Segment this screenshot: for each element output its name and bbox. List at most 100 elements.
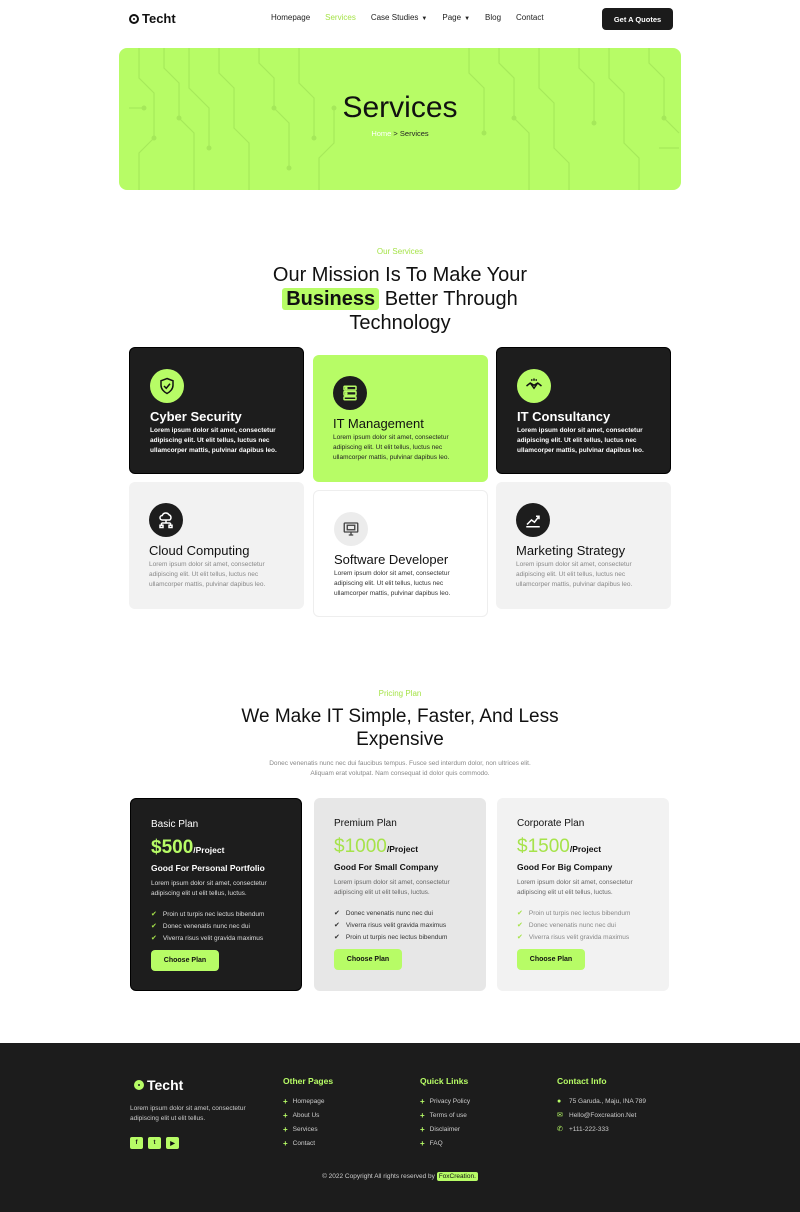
contact-email[interactable]: ✉ Hello@Foxcreation.Net — [557, 1109, 646, 1123]
plus-icon: + — [420, 1125, 425, 1134]
phone-icon: ✆ — [557, 1126, 563, 1133]
breadcrumb-home-link[interactable]: Home — [371, 129, 391, 138]
footer-link-label: About Us — [292, 1112, 320, 1119]
plan-price-unit: /Project — [386, 844, 419, 854]
plan-feature-text: Viverra risus velit gravida maximus — [528, 934, 630, 941]
plan-feature: ✔ Viverra risus velit gravida maximus — [334, 920, 466, 932]
plan-price-unit: /Project — [569, 844, 602, 854]
breadcrumb-separator: > — [391, 129, 400, 138]
plan-price-amount: $1000 — [334, 836, 387, 857]
services-title-line3: Technology — [349, 312, 451, 334]
contact-phone-text: +111-222-333 — [569, 1126, 609, 1133]
plan-name: Basic Plan — [151, 819, 199, 830]
service-card-it-consultancy[interactable]: IT Consultancy Lorem ipsum dolor sit ame… — [496, 347, 671, 474]
footer-link-label: Contact — [292, 1140, 316, 1147]
footer-link[interactable]: + Services — [283, 1123, 333, 1137]
plan-price: $1000/Project — [334, 836, 466, 858]
site-footer: Techt Lorem ipsum dolor sit amet, consec… — [0, 1043, 800, 1212]
plan-feature: ✔ Proin ut turpis nec lectus bibendum — [151, 909, 281, 921]
footer-link[interactable]: + Privacy Policy — [420, 1095, 470, 1109]
footer-quick-links: Quick Links + Privacy Policy + Terms of us… — [420, 1076, 470, 1151]
breadcrumb: Home > Services — [119, 129, 681, 138]
check-icon: ✔ — [334, 934, 340, 941]
logo-mark-icon — [134, 1080, 144, 1090]
nav-homepage[interactable]: Homepage — [271, 13, 310, 22]
contact-address: ● 75 Garuda., Maju, INA 789 — [557, 1095, 646, 1109]
plan-card-premium: Premium Plan $1000/Project Good For Smal… — [314, 798, 486, 991]
handshake-icon — [517, 369, 551, 403]
brand-link[interactable]: FoxCreation. — [436, 1172, 478, 1181]
service-card-cyber-security[interactable]: Cyber Security Lorem ipsum dolor sit ame… — [129, 347, 304, 474]
check-icon: ✔ — [151, 935, 157, 942]
footer-link[interactable]: + Terms of use — [420, 1109, 470, 1123]
service-card-cloud-computing[interactable]: Cloud Computing Lorem ipsum dolor sit am… — [129, 482, 304, 609]
service-card-title: Cyber Security — [150, 409, 242, 424]
check-icon: ✔ — [151, 911, 157, 918]
plus-icon: + — [283, 1111, 288, 1120]
service-card-text: Lorem ipsum dolor sit amet, consectetur … — [517, 427, 644, 454]
plan-price-unit: /Project — [193, 845, 225, 855]
plan-feature-text: Viverra risus velit gravida maximus — [162, 935, 264, 942]
facebook-icon[interactable]: f — [130, 1137, 143, 1149]
service-card-text: Lorem ipsum dolor sit amet, consectetur … — [334, 570, 451, 597]
footer-description: Lorem ipsum dolor sit amet, consectetur … — [130, 1105, 246, 1122]
plan-name: Corporate Plan — [517, 818, 585, 829]
server-icon — [333, 376, 367, 410]
service-card-text: Lorem ipsum dolor sit amet, consectetur … — [333, 434, 450, 461]
footer-link[interactable]: + Disclaimer — [420, 1123, 470, 1137]
nav-case-studies[interactable]: Case Studies ▼ — [371, 13, 428, 22]
choose-plan-button[interactable]: Choose Plan — [517, 949, 585, 970]
service-card-software-developer[interactable]: Software Developer Lorem ipsum dolor sit… — [313, 490, 488, 617]
plan-text: Lorem ipsum dolor sit amet, consectetur … — [517, 879, 633, 896]
site-logo[interactable]: Techt — [129, 11, 176, 26]
contact-phone[interactable]: ✆ +111-222-333 — [557, 1123, 646, 1137]
pricing-desc-line2: Aliquam erat volutpat. Nam consequat id … — [310, 770, 490, 777]
plan-feature-text: Donec venenatis nunc nec dui — [345, 910, 433, 917]
pricing-eyebrow: Pricing Plan — [378, 689, 422, 698]
service-card-title: IT Management — [333, 416, 424, 431]
pricing-description: Donec venenatis nunc nec dui faucibus te… — [0, 759, 800, 779]
plan-subtitle: Good For Big Company — [517, 862, 613, 872]
nav-page[interactable]: Page ▼ — [442, 13, 470, 22]
nav-blog[interactable]: Blog — [485, 13, 501, 22]
footer-logo[interactable]: Techt — [134, 1077, 183, 1093]
contact-address-text: 75 Garuda., Maju, INA 789 — [569, 1098, 646, 1105]
service-card-it-management[interactable]: IT Management Lorem ipsum dolor sit amet… — [313, 355, 488, 482]
main-nav: Homepage Services Case Studies ▼ Page ▼ Bl… — [271, 13, 559, 22]
nav-services[interactable]: Services — [325, 13, 356, 22]
plan-feature: ✔ Viverra risus velit gravida maximus — [517, 932, 649, 944]
check-icon: ✔ — [334, 910, 340, 917]
plan-price-amount: $500 — [151, 837, 194, 858]
plan-feature-text: Proin ut turpis nec lectus bibendum — [345, 934, 448, 941]
plus-icon: + — [283, 1139, 288, 1148]
service-card-text: Lorem ipsum dolor sit amet, consectetur … — [150, 427, 277, 454]
footer-column-title: Contact Info — [557, 1076, 607, 1086]
check-icon: ✔ — [517, 910, 523, 917]
service-card-marketing-strategy[interactable]: Marketing Strategy Lorem ipsum dolor sit… — [496, 482, 671, 609]
choose-plan-button[interactable]: Choose Plan — [334, 949, 402, 970]
plan-price-amount: $1500 — [517, 836, 570, 857]
footer-link-label: Services — [292, 1126, 318, 1133]
plan-text: Lorem ipsum dolor sit amet, consectetur … — [151, 880, 267, 897]
plan-feature-text: Proin ut turpis nec lectus bibendum — [162, 911, 265, 918]
social-links: f t ▶ — [130, 1137, 179, 1149]
twitter-icon[interactable]: t — [148, 1137, 161, 1149]
youtube-icon[interactable]: ▶ — [166, 1137, 179, 1149]
plan-features: ✔ Proin ut turpis nec lectus bibendum ✔ Do… — [517, 908, 649, 944]
footer-link[interactable]: + About Us — [283, 1109, 333, 1123]
footer-link[interactable]: + Homepage — [283, 1095, 333, 1109]
services-title-line2-rest: Better Through — [384, 288, 518, 310]
plan-feature-text: Donec venenatis nunc nec dui — [528, 922, 616, 929]
footer-link[interactable]: + FAQ — [420, 1137, 470, 1151]
copyright: © 2022 Copyright All rights reserved by … — [0, 1172, 800, 1181]
footer-column-title: Quick Links — [420, 1076, 469, 1086]
check-icon: ✔ — [517, 934, 523, 941]
footer-link[interactable]: + Contact — [283, 1137, 333, 1151]
choose-plan-button[interactable]: Choose Plan — [151, 950, 219, 971]
copyright-text: © 2022 Copyright All rights reserved by — [322, 1173, 435, 1180]
hero-banner: Services Home > Services — [119, 48, 681, 190]
monitor-icon — [334, 512, 368, 546]
get-quote-button[interactable]: Get A Quotes — [602, 8, 673, 30]
nav-contact[interactable]: Contact — [516, 13, 544, 22]
services-title-line2: Business Better Through — [0, 287, 800, 311]
